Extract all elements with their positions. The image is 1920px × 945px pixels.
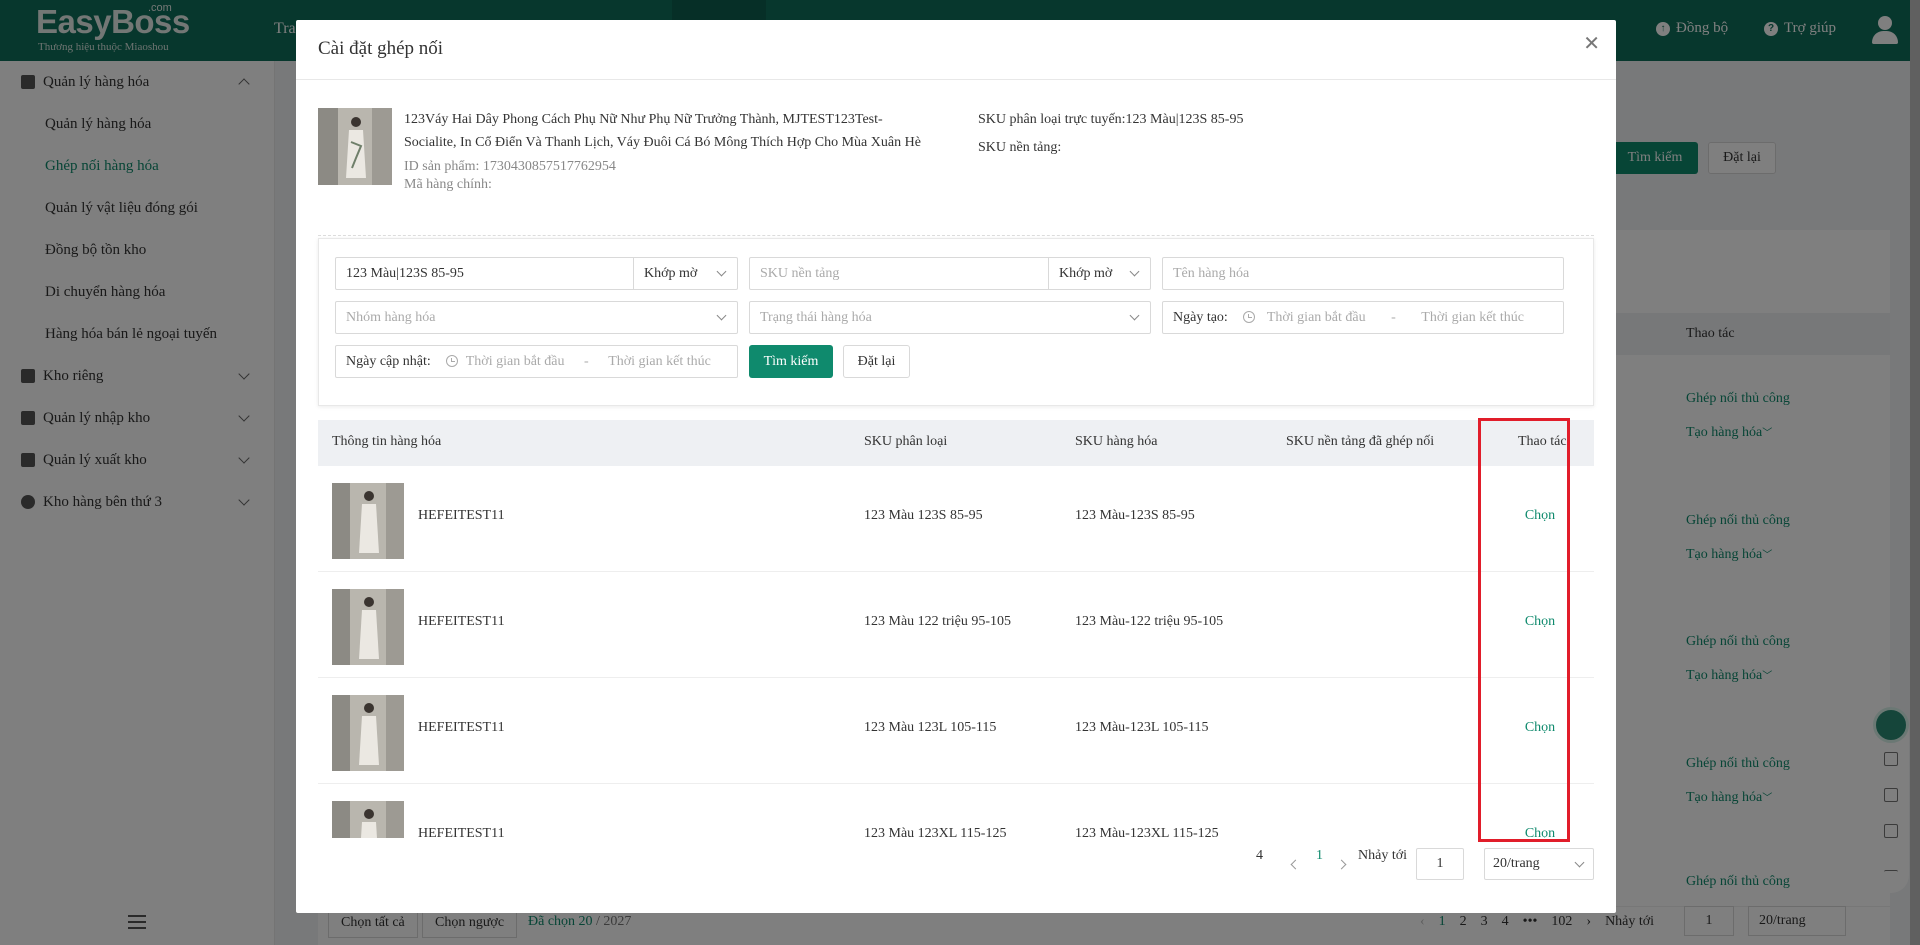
page-size-select[interactable]: 20/trang xyxy=(1484,848,1594,880)
prev-page-icon[interactable] xyxy=(1290,859,1301,870)
goods-thumbnail xyxy=(332,589,404,665)
goods-sku: 123 Màu-123XL 115-125 xyxy=(1075,826,1219,838)
variant-sku: 123 Màu 123L 105-115 xyxy=(864,720,997,735)
search-button[interactable]: Tìm kiếm xyxy=(749,345,833,378)
table-row: HEFEITEST11 123 Màu 123L 105-115 123 Màu… xyxy=(318,678,1594,784)
matching-settings-modal: Cài đặt ghép nối ✕ 123Váy Hai Dây Phong … xyxy=(296,20,1616,913)
chevron-down-icon xyxy=(1574,857,1585,868)
goods-sku: 123 Màu-122 triệu 95-105 xyxy=(1075,614,1224,629)
highlight-box xyxy=(1478,418,1570,842)
chevron-down-icon xyxy=(716,266,727,277)
next-page-icon[interactable] xyxy=(1336,859,1347,870)
table-row: HEFEITEST11 123 Màu 123S 85-95 123 Màu-1… xyxy=(318,466,1594,572)
product-thumbnail xyxy=(318,108,392,185)
goods-status-select[interactable]: Trạng thái hàng hóa xyxy=(749,301,1151,334)
goods-name-input[interactable]: Tên hàng hóa xyxy=(1162,257,1564,290)
goods-thumbnail xyxy=(332,695,404,771)
goods-sku: 123 Màu-123S 85-95 xyxy=(1075,508,1195,523)
variant-sku: 123 Màu 122 triệu 95-105 xyxy=(864,614,1011,629)
col-matched-platform-sku: SKU nền tảng đã ghép nối xyxy=(1286,434,1435,449)
created-date-range[interactable]: Ngày tạo: Thời gian bắt đầu - Thời gian … xyxy=(1162,301,1564,334)
goods-name: HEFEITEST11 xyxy=(418,508,505,523)
close-icon[interactable]: ✕ xyxy=(1583,34,1600,54)
variant-sku: 123 Màu 123XL 115-125 xyxy=(864,826,1007,838)
product-name: 123Váy Hai Dây Phong Cách Phụ Nữ Như Phụ… xyxy=(404,112,921,150)
col-goods-info: Thông tin hàng hóa xyxy=(332,434,442,449)
clock-icon xyxy=(446,355,459,367)
goods-name: HEFEITEST11 xyxy=(418,826,505,838)
platform-sku-input[interactable]: SKU nền tảng Khớp mờ xyxy=(749,257,1151,290)
col-variant-sku: SKU phân loại xyxy=(864,434,948,449)
modal-title: Cài đặt ghép nối xyxy=(318,38,444,59)
match-mode-select[interactable]: Khớp mờ xyxy=(633,258,737,289)
platform-sku: SKU nền tảng: xyxy=(978,140,1062,155)
goods-name: HEFEITEST11 xyxy=(418,720,505,735)
chevron-down-icon xyxy=(716,310,727,321)
reset-button[interactable]: Đặt lại xyxy=(843,345,910,378)
goods-sku: 123 Màu-123L 105-115 xyxy=(1075,720,1209,735)
updated-date-range[interactable]: Ngày cập nhật: Thời gian bắt đầu - Thời … xyxy=(335,345,738,378)
goods-thumbnail xyxy=(332,483,404,559)
col-goods-sku: SKU hàng hóa xyxy=(1075,434,1158,449)
variant-sku: 123 Màu 123S 85-95 xyxy=(864,508,983,523)
online-variant-sku: SKU phân loại trực tuyến:123 Màu|123S 85… xyxy=(978,112,1244,127)
jump-page-input[interactable]: 1 xyxy=(1416,848,1464,880)
variant-sku-input[interactable]: 123 Màu|123S 85-95 Khớp mờ xyxy=(335,257,738,290)
table-row: HEFEITEST11 123 Màu 122 triệu 95-105 123… xyxy=(318,572,1594,678)
table-row: HEFEITEST11 123 Màu 123XL 115-125 123 Mà… xyxy=(318,784,1594,838)
product-id: ID sản phẩm: 1730430857517762954 xyxy=(404,159,616,174)
table-body: HEFEITEST11 123 Màu 123S 85-95 123 Màu-1… xyxy=(318,466,1594,838)
clock-icon xyxy=(1243,311,1256,323)
total-count: 4 xyxy=(1256,848,1263,863)
table-header: Thông tin hàng hóa SKU phân loại SKU hàn… xyxy=(318,420,1594,466)
goods-name: HEFEITEST11 xyxy=(418,614,505,629)
main-code: Mã hàng chính: xyxy=(404,177,492,192)
match-mode-select[interactable]: Khớp mờ xyxy=(1048,258,1150,289)
chevron-down-icon xyxy=(1129,310,1140,321)
jump-label: Nhảy tới xyxy=(1358,848,1408,863)
goods-thumbnail xyxy=(332,801,404,838)
modal-header: Cài đặt ghép nối ✕ xyxy=(296,20,1616,80)
product-info: 123Váy Hai Dây Phong Cách Phụ Nữ Như Phụ… xyxy=(318,108,1594,236)
goods-group-select[interactable]: Nhóm hàng hóa xyxy=(335,301,738,334)
current-page[interactable]: 1 xyxy=(1316,848,1323,864)
filter-panel: 123 Màu|123S 85-95 Khớp mờ SKU nền tảng … xyxy=(318,238,1594,406)
chevron-down-icon xyxy=(1129,266,1140,277)
